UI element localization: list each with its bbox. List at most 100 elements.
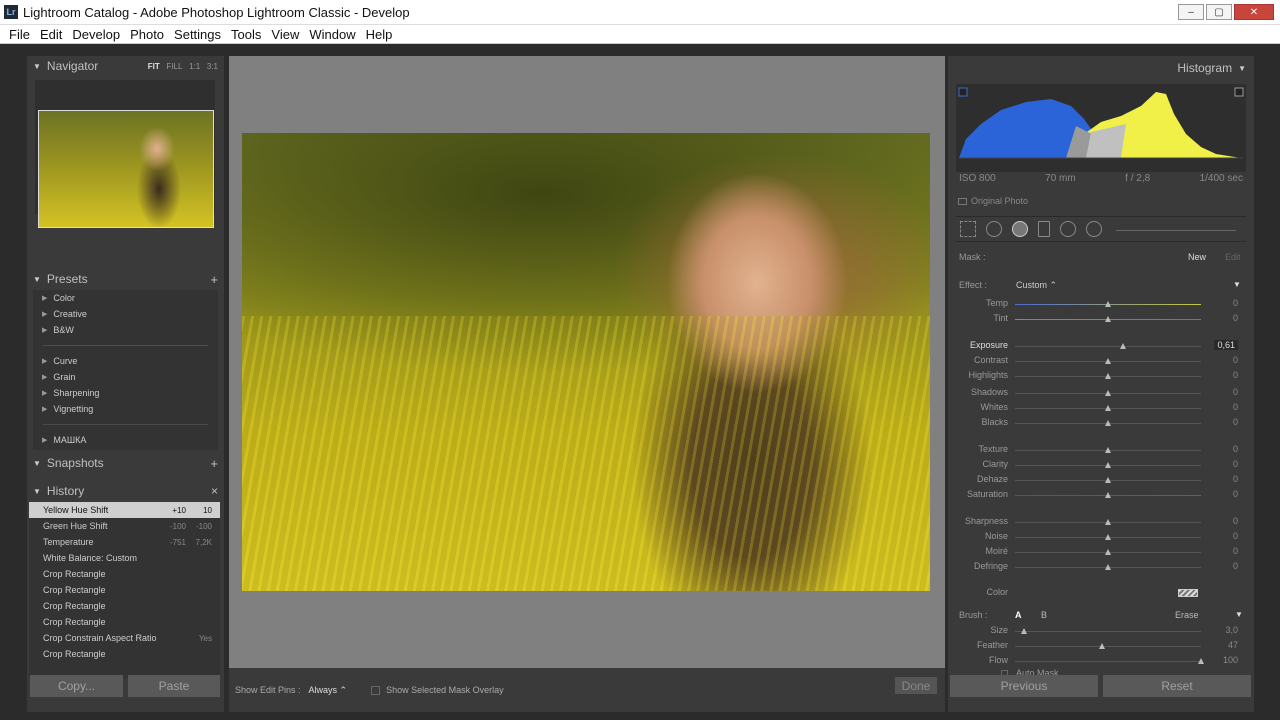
slider-value[interactable]: 0 [1233,561,1238,571]
history-item[interactable]: White Balance: Custom [29,550,220,566]
slider-value[interactable]: 0 [1233,546,1238,556]
crop-overlay-icon[interactable] [960,221,976,237]
brush-knob[interactable] [1021,628,1027,634]
maximize-button[interactable]: ▢ [1206,4,1232,20]
brush-track[interactable] [1015,646,1201,647]
show-edit-pins-select[interactable]: Always ⌃ [309,685,348,696]
menu-file[interactable]: File [4,27,35,42]
clear-history-icon[interactable]: × [211,484,218,498]
preset-group-grain[interactable]: ▶ Grain [33,369,218,385]
slider-value[interactable]: 0 [1233,444,1238,454]
histogram-header[interactable]: Histogram ▼ [948,58,1254,78]
mask-edit-button[interactable]: Edit [1225,252,1241,262]
preset-group-mashka[interactable]: ▶ МАШКА [33,432,218,448]
presets-header[interactable]: ▼ Presets + [27,269,224,289]
tool-slider-track[interactable] [1116,230,1236,231]
slider-knob[interactable] [1105,390,1111,396]
brush-knob[interactable] [1198,658,1204,664]
slider-value[interactable]: 0 [1233,313,1238,323]
minimize-button[interactable]: – [1178,4,1204,20]
slider-track[interactable] [1015,346,1201,347]
menu-window[interactable]: Window [304,27,360,42]
history-header[interactable]: ▼ History × [27,481,224,501]
history-item[interactable]: Crop Rectangle [29,582,220,598]
slider-value[interactable]: 0 [1233,459,1238,469]
radial-filter-icon[interactable] [1060,221,1076,237]
slider-knob[interactable] [1105,447,1111,453]
slider-knob[interactable] [1105,373,1111,379]
slider-knob[interactable] [1105,301,1111,307]
previous-button[interactable]: Previous [950,675,1098,697]
slider-knob[interactable] [1105,358,1111,364]
zoom-fit[interactable]: FIT [148,62,160,71]
slider-knob[interactable] [1105,420,1111,426]
histogram-graph[interactable] [956,84,1246,172]
main-photo[interactable] [242,133,930,591]
preset-group-color[interactable]: ▶ Color [33,290,218,306]
slider-knob[interactable] [1105,564,1111,570]
slider-value[interactable]: 0 [1233,516,1238,526]
color-swatch[interactable] [1178,589,1198,597]
close-button[interactable]: ✕ [1234,4,1274,20]
menu-develop[interactable]: Develop [67,27,125,42]
slider-knob[interactable] [1105,477,1111,483]
slider-knob[interactable] [1105,316,1111,322]
slider-knob[interactable] [1120,343,1126,349]
slider-value[interactable]: 0 [1233,417,1238,427]
brush-a-button[interactable]: A [1015,610,1022,620]
history-item[interactable]: Crop Rectangle [29,614,220,630]
mask-overlay-checkbox[interactable] [371,685,381,695]
history-item[interactable]: Crop Rectangle [29,646,220,662]
preset-group-sharpening[interactable]: ▶ Sharpening [33,385,218,401]
brush-track[interactable] [1015,661,1201,662]
brush-value[interactable]: 47 [1228,640,1238,650]
menu-view[interactable]: View [266,27,304,42]
menu-settings[interactable]: Settings [169,27,226,42]
slider-value[interactable]: 0 [1233,355,1238,365]
slider-value[interactable]: 0 [1233,370,1238,380]
preset-group-creative[interactable]: ▶ Creative [33,306,218,322]
brush-b-button[interactable]: B [1041,610,1047,620]
slider-value[interactable]: 0 [1233,474,1238,484]
red-eye-icon[interactable] [1012,221,1028,237]
slider-value[interactable]: 0,61 [1214,340,1238,350]
slider-value[interactable]: 0 [1233,489,1238,499]
preset-group-vignetting[interactable]: ▶ Vignetting [33,401,218,417]
zoom-3-1[interactable]: 3:1 [207,62,218,71]
slider-knob[interactable] [1105,549,1111,555]
history-item[interactable]: Crop Constrain Aspect Ratio Yes [29,630,220,646]
navigator-header[interactable]: ▼ Navigator FIT FILL 1:1 3:1 [27,56,224,76]
menu-tools[interactable]: Tools [226,27,266,42]
add-preset-icon[interactable]: + [210,272,218,287]
original-photo-checkbox[interactable] [958,197,967,205]
graduated-filter-icon[interactable] [1038,221,1050,237]
snapshots-header[interactable]: ▼ Snapshots + [27,453,224,473]
navigator-thumbnail[interactable] [38,110,214,228]
slider-value[interactable]: 0 [1233,387,1238,397]
copy-button[interactable]: Copy... [30,675,123,697]
menu-photo[interactable]: Photo [125,27,169,42]
history-item[interactable]: Crop Rectangle [29,598,220,614]
adjustment-brush-icon[interactable] [1086,221,1102,237]
effect-preset-select[interactable]: Custom ⌃ [1016,280,1057,291]
slider-knob[interactable] [1105,492,1111,498]
paste-button[interactable]: Paste [128,675,220,697]
menu-help[interactable]: Help [361,27,398,42]
spot-removal-icon[interactable] [986,221,1002,237]
slider-knob[interactable] [1105,519,1111,525]
slider-knob[interactable] [1105,405,1111,411]
menu-edit[interactable]: Edit [35,27,67,42]
brush-track[interactable] [1015,631,1201,632]
slider-knob[interactable] [1105,462,1111,468]
effect-collapse-icon[interactable]: ▼ [1233,280,1241,289]
history-item[interactable]: Temperature -751 7,2K [29,534,220,550]
slider-value[interactable]: 0 [1233,531,1238,541]
history-item[interactable]: Green Hue Shift -100 -100 [29,518,220,534]
add-snapshot-icon[interactable]: + [210,456,218,471]
zoom-1-1[interactable]: 1:1 [189,62,200,71]
brush-knob[interactable] [1099,643,1105,649]
history-item[interactable]: Yellow Hue Shift +10 10 [29,502,220,518]
brush-value[interactable]: 100 [1223,655,1238,665]
slider-value[interactable]: 0 [1233,298,1238,308]
brush-collapse-icon[interactable]: ▼ [1235,610,1243,619]
